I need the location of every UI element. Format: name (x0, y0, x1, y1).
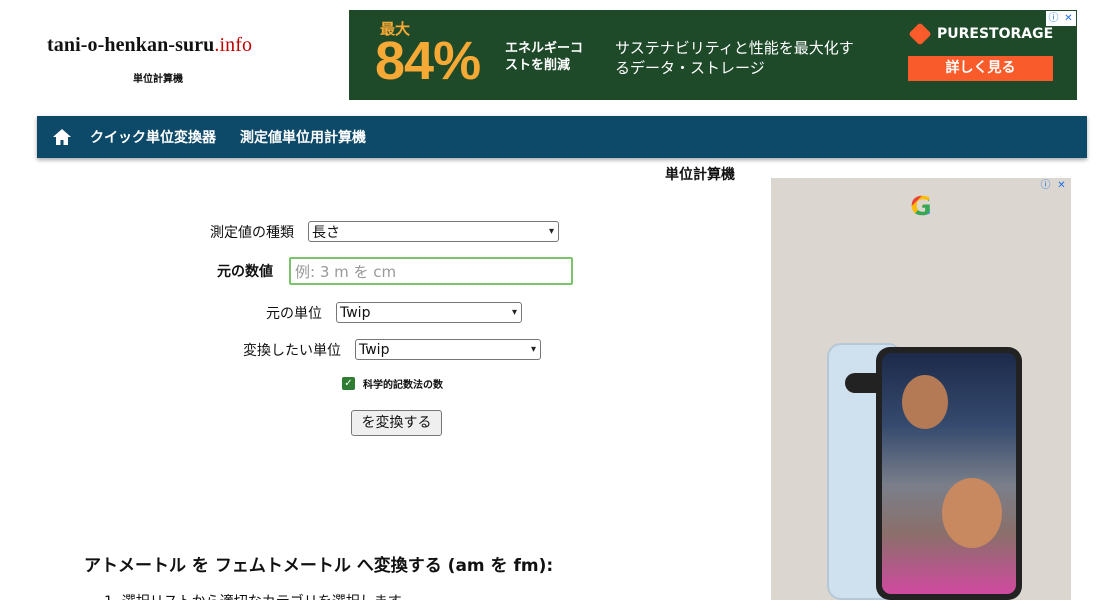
ad-brand-name: PURESTORAGE (937, 26, 1054, 42)
original-value-label: 元の数値 (217, 264, 273, 280)
google-logo-icon: G (906, 192, 936, 222)
scientific-notation-row: ✓ 科学的記数法の数 (342, 376, 443, 391)
ad-percent: 84% (375, 31, 481, 91)
phone-screen-photo (882, 353, 1016, 594)
google-logo-letter: G (910, 192, 932, 222)
convert-button[interactable]: を変換する (351, 410, 442, 436)
instruction-step: 1. 選択リストから適切なカテゴリを選択します (104, 591, 402, 600)
nav-item-measurement-calculator[interactable]: 測定値単位用計算機 (240, 127, 366, 147)
scientific-notation-checkbox[interactable]: ✓ (342, 377, 355, 390)
conversion-heading: アトメートル を フェムトメートル へ変換する (am を fm): (84, 556, 554, 576)
ad-tagline: サステナビリティと性能を最大化するデータ・ストレージ (615, 39, 854, 77)
chevron-down-icon: ▾ (511, 307, 517, 318)
measure-type-row: 測定値の種類 長さ ▾ (210, 221, 559, 242)
to-unit-select[interactable]: Twip ▾ (355, 339, 541, 360)
from-unit-row: 元の単位 Twip ▾ (266, 302, 522, 323)
side-ad-info-icon[interactable]: ⓘ (1038, 178, 1053, 193)
ad-info-icon[interactable]: ⓘ (1046, 11, 1061, 26)
to-unit-value: Twip (359, 341, 390, 358)
side-ad-banner[interactable]: G ⓘ ✕ (771, 178, 1071, 600)
original-value-input[interactable]: 例: 3 m を cm (289, 257, 573, 285)
ad-energy-text: エネルギーコストを削減 (505, 41, 584, 73)
ad-brand: PURESTORAGE (908, 22, 1054, 46)
form-title: 単位計算機 (665, 167, 735, 183)
measure-type-label: 測定値の種類 (210, 224, 294, 241)
ad-close-icon[interactable]: ✕ (1061, 11, 1076, 26)
scientific-notation-label: 科学的記数法の数 (363, 380, 443, 391)
top-ad-banner[interactable]: 最大 84% エネルギーコストを削減 サステナビリティと性能を最大化するデータ・… (349, 10, 1077, 100)
chevron-down-icon: ▾ (548, 226, 554, 237)
original-value-placeholder: 例: 3 m を cm (295, 262, 397, 281)
photo-person-1 (902, 375, 948, 429)
site-logo[interactable]: tani-o-henkan-suru.info (47, 34, 252, 57)
chevron-down-icon: ▾ (530, 344, 536, 355)
site-name-ext: .info (214, 34, 253, 56)
original-value-row: 元の数値 例: 3 m を cm (217, 257, 573, 285)
from-unit-value: Twip (340, 304, 371, 321)
ad-cta-button[interactable]: 詳しく見る (908, 56, 1053, 81)
measure-type-select[interactable]: 長さ ▾ (308, 221, 559, 242)
main-nav: クイック単位変換器 測定値単位用計算機 (37, 116, 1087, 158)
phone-front-image (876, 347, 1022, 600)
purestorage-logo-icon (908, 22, 932, 46)
nav-item-quick-converter[interactable]: クイック単位変換器 (90, 127, 216, 147)
side-ad-close-icon[interactable]: ✕ (1054, 178, 1069, 193)
photo-person-2 (942, 478, 1002, 548)
measure-type-value: 長さ (312, 224, 340, 241)
to-unit-label: 変換したい単位 (243, 342, 341, 359)
site-name[interactable]: tani-o-henkan-suru.info (47, 34, 252, 56)
from-unit-select[interactable]: Twip ▾ (336, 302, 522, 323)
site-subtitle: 単位計算機 (133, 74, 183, 85)
site-name-main: tani-o-henkan-suru (47, 34, 215, 56)
from-unit-label: 元の単位 (266, 305, 322, 322)
home-icon[interactable] (52, 127, 72, 147)
to-unit-row: 変換したい単位 Twip ▾ (243, 339, 541, 360)
